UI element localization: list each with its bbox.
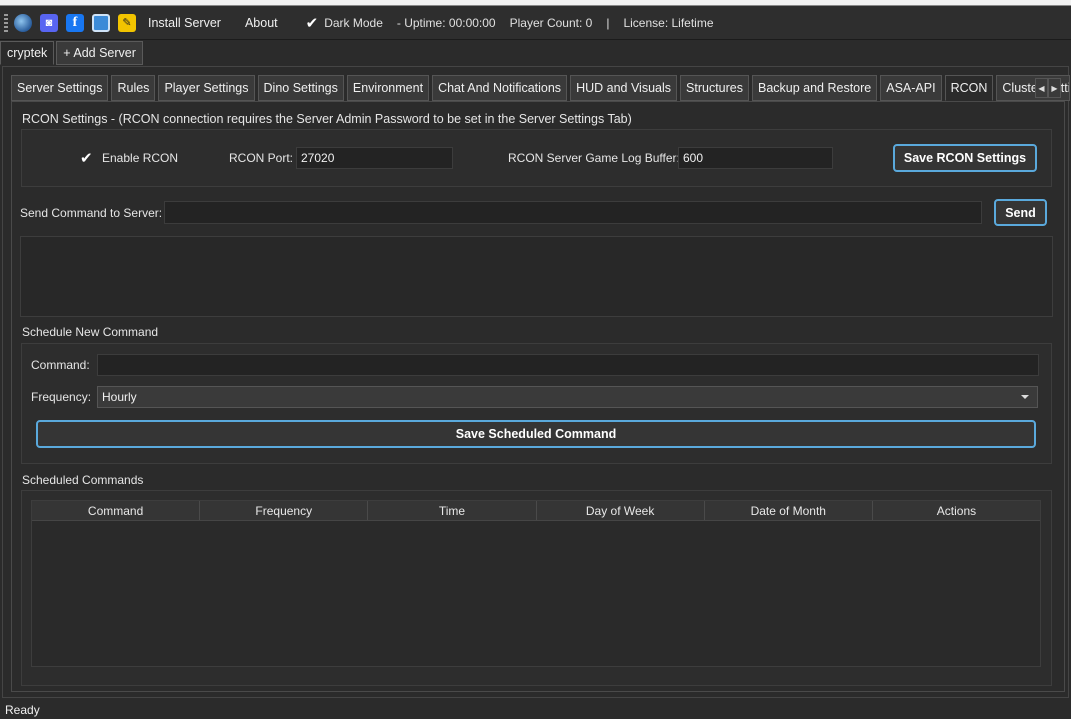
tab-server-settings[interactable]: Server Settings (11, 75, 109, 101)
tab-scroll-left-icon[interactable]: ◀ (1035, 78, 1048, 98)
tab-rules[interactable]: Rules (111, 75, 156, 101)
about-button[interactable]: About (245, 16, 278, 30)
save-icon[interactable] (92, 13, 110, 32)
scheduled-commands-table: Command Frequency Time Day of Week Date … (31, 500, 1041, 667)
send-command-input[interactable] (164, 201, 982, 224)
server-tab-bar: cryptek + Add Server (0, 41, 145, 66)
send-command-label: Send Command to Server: (20, 206, 163, 220)
scheduled-commands-heading: Scheduled Commands (22, 473, 144, 487)
rcon-settings-heading: RCON Settings - (RCON connection require… (22, 112, 632, 126)
frequency-select[interactable]: Hourly (97, 386, 1038, 408)
enable-rcon-label[interactable]: Enable RCON (102, 151, 178, 165)
rcon-port-label: RCON Port: (229, 151, 294, 165)
globe-icon[interactable] (14, 13, 32, 32)
toolbar-grip-handle[interactable] (4, 13, 8, 32)
save-rcon-settings-button[interactable]: Save RCON Settings (893, 144, 1037, 172)
facebook-icon[interactable]: f (66, 13, 84, 32)
tab-environment[interactable]: Environment (346, 75, 430, 101)
schedule-new-command-heading: Schedule New Command (22, 325, 159, 339)
frequency-label: Frequency: (31, 390, 92, 404)
tab-backup-and-restore[interactable]: Backup and Restore (751, 75, 878, 101)
column-header-date-of-month[interactable]: Date of Month (705, 501, 873, 520)
license-status: License: Lifetime (623, 15, 714, 30)
column-header-frequency[interactable]: Frequency (200, 501, 369, 520)
tab-scroll-right-icon[interactable]: ▶ (1048, 78, 1061, 98)
tab-structures[interactable]: Structures (680, 75, 749, 101)
tab-rcon[interactable]: RCON (944, 75, 994, 101)
dark-mode-check-icon[interactable]: ✔ (306, 14, 319, 32)
command-input[interactable] (97, 354, 1039, 376)
discord-icon[interactable]: ◙ (40, 13, 58, 32)
rcon-log-buffer-input[interactable]: 600 (678, 147, 833, 169)
dark-mode-label[interactable]: Dark Mode (324, 16, 383, 30)
install-server-button[interactable]: Install Server (148, 16, 221, 30)
column-header-actions[interactable]: Actions (873, 501, 1040, 520)
send-button[interactable]: Send (994, 199, 1047, 226)
player-count-status: Player Count: 0 (509, 15, 593, 30)
status-text: Ready (5, 703, 40, 717)
tab-chat-and-notifications[interactable]: Chat And Notifications (432, 75, 568, 101)
settings-tab-bar: Server Settings Rules Player Settings Di… (11, 75, 1071, 101)
enable-rcon-checkbox[interactable]: ✔ (80, 149, 93, 167)
uptime-status: - Uptime: 00:00:00 (396, 15, 496, 30)
rcon-log-buffer-label: RCON Server Game Log Buffer: (508, 151, 680, 165)
column-header-day-of-week[interactable]: Day of Week (537, 501, 705, 520)
tab-asa-api[interactable]: ASA-API (880, 75, 942, 101)
add-server-button[interactable]: + Add Server (56, 41, 143, 65)
frequency-select-value: Hourly (102, 390, 137, 404)
status-bar: Ready (0, 701, 1071, 719)
column-header-command[interactable]: Command (32, 501, 201, 520)
rcon-port-input[interactable]: 27020 (296, 147, 453, 169)
tab-dino-settings[interactable]: Dino Settings (257, 75, 344, 101)
tab-player-settings[interactable]: Player Settings (158, 75, 255, 101)
edit-icon[interactable]: ✎ (118, 13, 136, 32)
toolbar: ◙ f ✎ Install Server About ✔ Dark Mode -… (0, 6, 1071, 40)
table-header: Command Frequency Time Day of Week Date … (32, 501, 1040, 521)
chevron-down-icon (1021, 395, 1029, 399)
save-scheduled-command-button[interactable]: Save Scheduled Command (36, 420, 1036, 448)
column-header-time[interactable]: Time (368, 501, 537, 520)
rcon-output-console (20, 236, 1053, 317)
status-separator: | (606, 15, 610, 30)
tab-hud-and-visuals[interactable]: HUD and Visuals (570, 75, 678, 101)
command-label: Command: (31, 358, 90, 372)
server-tab-cryptek[interactable]: cryptek (0, 41, 55, 65)
tab-scroll-buttons: ◀ ▶ (1035, 78, 1061, 98)
